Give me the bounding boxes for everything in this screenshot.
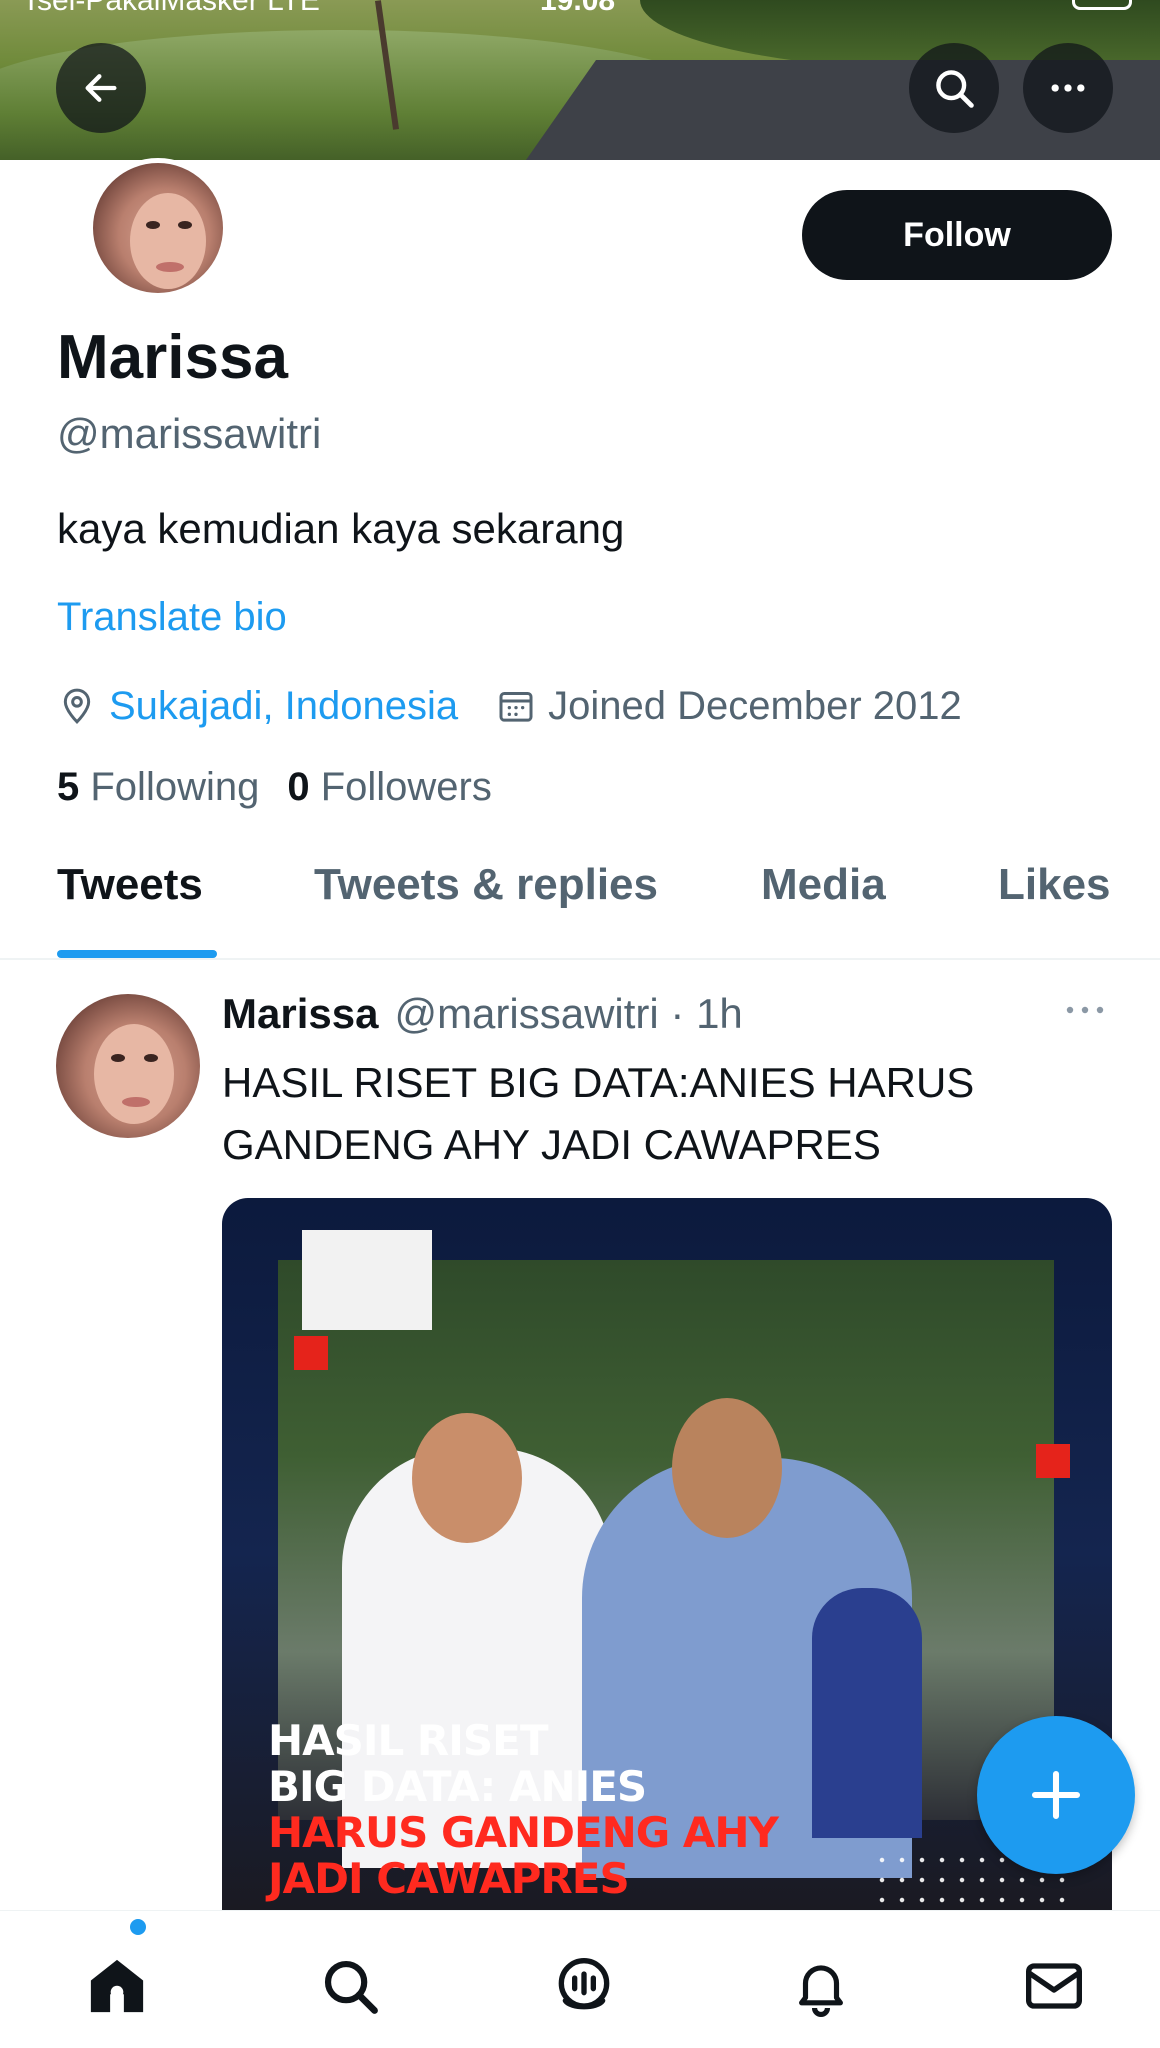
more-horizontal-icon bbox=[1066, 1006, 1104, 1014]
caption-line: BIG DATA: ANIES bbox=[268, 1762, 647, 1811]
media-white-box bbox=[302, 1230, 432, 1330]
calendar-icon bbox=[499, 692, 533, 722]
following-count: 5 bbox=[57, 765, 80, 809]
followers-label: Followers bbox=[320, 765, 492, 809]
search-icon bbox=[324, 1960, 378, 2014]
nav-notifications[interactable] bbox=[786, 1951, 856, 2021]
status-carrier: Tsel-PakaiMasker LTE bbox=[22, 0, 320, 17]
tweet-text: HASIL RISET BIG DATA:ANIES HARUS GANDENG… bbox=[222, 1059, 975, 1168]
search-icon bbox=[936, 70, 974, 108]
tweet-handle-time: @marissawitri · 1h bbox=[394, 990, 743, 1037]
person-head bbox=[672, 1398, 782, 1538]
person-head bbox=[412, 1413, 522, 1543]
red-square-decor bbox=[294, 1336, 328, 1370]
tab-tweets-replies[interactable]: Tweets & replies bbox=[314, 860, 658, 910]
profile-bio: kaya kemudian kaya sekarang bbox=[57, 505, 625, 552]
search-button[interactable] bbox=[909, 43, 999, 133]
compose-tweet-button[interactable] bbox=[977, 1716, 1135, 1874]
red-square-decor bbox=[1036, 1444, 1070, 1478]
battery-icon bbox=[1072, 0, 1132, 10]
profile-meta: Sukajadi, Indonesia Joined December 2012 bbox=[57, 680, 962, 732]
tweet-more-button[interactable] bbox=[1064, 1000, 1106, 1025]
nav-home[interactable] bbox=[82, 1951, 152, 2021]
follow-button[interactable]: Follow bbox=[802, 190, 1112, 280]
active-tab-indicator bbox=[57, 950, 217, 958]
tweet-header: Marissa @marissawitri · 1h bbox=[222, 990, 743, 1038]
tweet-avatar[interactable] bbox=[56, 994, 200, 1138]
tab-likes[interactable]: Likes bbox=[998, 860, 1111, 910]
caption-line: HASIL RISET bbox=[268, 1716, 548, 1765]
tweet-author-name[interactable]: Marissa bbox=[222, 990, 378, 1038]
nav-messages[interactable] bbox=[1019, 1951, 1089, 2021]
home-notification-dot bbox=[130, 1919, 146, 1935]
caption-line: JADI CAWAPRES bbox=[268, 1854, 630, 1903]
location-pin-icon bbox=[63, 688, 91, 724]
notifications-bell-icon bbox=[799, 1965, 843, 2017]
nav-search[interactable] bbox=[315, 1951, 385, 2021]
caption-line: HARUS GANDENG AHY bbox=[268, 1808, 779, 1857]
home-icon bbox=[90, 1959, 144, 2013]
arrow-left-icon bbox=[85, 74, 117, 102]
following-stat[interactable]: 5 Following bbox=[57, 765, 259, 810]
profile-avatar[interactable] bbox=[88, 158, 228, 298]
person-suit bbox=[812, 1588, 922, 1838]
bottom-navigation bbox=[0, 1910, 1160, 2048]
status-bar: Tsel-PakaiMasker LTE 19.08 bbox=[0, 0, 1160, 20]
following-label: Following bbox=[90, 765, 260, 809]
more-horizontal-icon bbox=[1051, 84, 1085, 92]
translate-bio-link[interactable]: Translate bio bbox=[57, 595, 287, 640]
profile-joined: Joined December 2012 bbox=[548, 683, 962, 728]
messages-mail-icon bbox=[1026, 1963, 1082, 2009]
followers-stat[interactable]: 0 Followers bbox=[287, 765, 492, 810]
compose-plus-icon bbox=[1031, 1770, 1081, 1820]
spaces-icon bbox=[558, 1958, 610, 2010]
tab-media[interactable]: Media bbox=[761, 860, 886, 910]
followers-count: 0 bbox=[287, 765, 310, 809]
profile-handle: @marissawitri bbox=[57, 410, 322, 457]
follow-stats: 5 Following 0 Followers bbox=[57, 765, 492, 810]
media-caption: HASIL RISET BIG DATA: ANIES HARUS GANDEN… bbox=[268, 1716, 779, 1903]
tab-tweets[interactable]: Tweets bbox=[57, 860, 203, 910]
tweet-avatar-face bbox=[94, 1024, 174, 1124]
profile-location[interactable]: Sukajadi, Indonesia bbox=[109, 684, 458, 729]
avatar-face bbox=[130, 193, 206, 289]
profile-tabs: Tweets Tweets & replies Media Likes bbox=[0, 860, 1160, 960]
status-time: 19.08 bbox=[540, 0, 616, 17]
nav-spaces[interactable] bbox=[549, 1951, 619, 2021]
back-button[interactable] bbox=[56, 43, 146, 133]
more-button[interactable] bbox=[1023, 43, 1113, 133]
profile-display-name: Marissa bbox=[57, 323, 288, 392]
